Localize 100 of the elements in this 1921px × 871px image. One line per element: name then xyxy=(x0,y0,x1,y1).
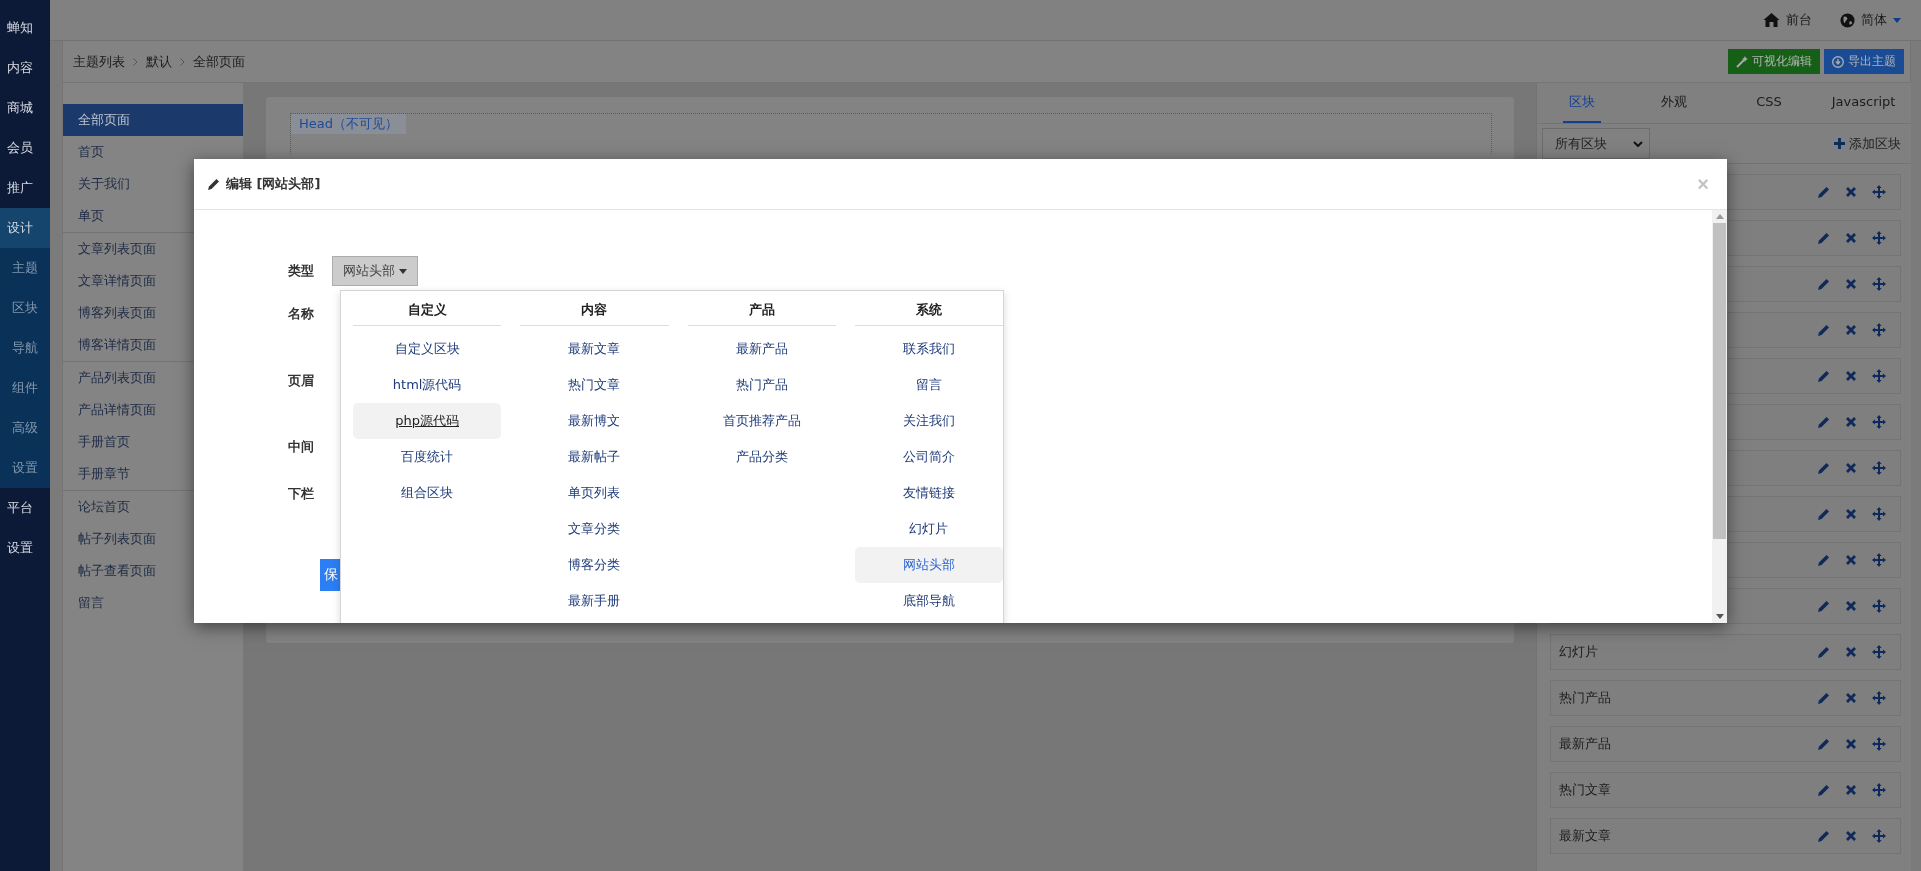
pencil-icon[interactable] xyxy=(1818,600,1830,612)
menu-item[interactable]: 最新文章 xyxy=(520,331,669,367)
menu-item[interactable]: 单页列表 xyxy=(520,475,669,511)
menu-item[interactable]: 博客分类 xyxy=(520,547,669,583)
move-icon[interactable] xyxy=(1872,553,1886,567)
menu-item[interactable]: 网站头部 xyxy=(854,547,1003,583)
breadcrumb-link[interactable]: 主题列表 xyxy=(73,52,125,71)
menu-item[interactable]: 产品分类 xyxy=(687,439,836,475)
close-icon[interactable] xyxy=(1846,739,1856,749)
close-icon[interactable] xyxy=(1846,371,1856,381)
menu-item[interactable]: 百度统计 xyxy=(353,439,502,475)
move-icon[interactable] xyxy=(1872,783,1886,797)
move-icon[interactable] xyxy=(1872,461,1886,475)
menu-item[interactable]: html源代码 xyxy=(353,367,502,403)
nav-item[interactable]: 推广 xyxy=(0,168,50,208)
close-icon[interactable] xyxy=(1846,647,1856,657)
export-button[interactable]: 导出主题 xyxy=(1824,49,1904,74)
move-icon[interactable] xyxy=(1872,277,1886,291)
close-icon[interactable] xyxy=(1846,555,1856,565)
nav-item[interactable]: 平台 xyxy=(0,488,50,528)
breadcrumb-link[interactable]: 全部页面 xyxy=(193,52,245,71)
nav-item[interactable]: 商城 xyxy=(0,88,50,128)
move-icon[interactable] xyxy=(1872,829,1886,843)
close-icon[interactable] xyxy=(1846,831,1856,841)
close-icon[interactable] xyxy=(1846,279,1856,289)
menu-item[interactable]: 留言 xyxy=(854,367,1003,403)
nav-item[interactable]: 会员 xyxy=(0,128,50,168)
nav-item[interactable]: 内容 xyxy=(0,48,50,88)
move-icon[interactable] xyxy=(1872,323,1886,337)
nav-item[interactable]: 设置 xyxy=(0,528,50,568)
add-block-link[interactable]: 添加区块 xyxy=(1834,134,1901,153)
menu-item[interactable]: 最新产品 xyxy=(687,331,836,367)
pencil-icon[interactable] xyxy=(1818,830,1830,842)
nav-item[interactable]: 主题 xyxy=(0,248,50,288)
visual-edit-button[interactable]: 可视化编辑 xyxy=(1728,49,1820,74)
menu-item[interactable]: 幻灯片 xyxy=(854,511,1003,547)
menu-item[interactable]: php源代码 xyxy=(353,403,502,439)
pencil-icon[interactable] xyxy=(1818,278,1830,290)
menu-item[interactable]: 文章分类 xyxy=(520,511,669,547)
nav-item[interactable]: 高级 xyxy=(0,408,50,448)
close-icon[interactable] xyxy=(1846,463,1856,473)
pencil-icon[interactable] xyxy=(1818,370,1830,382)
pencil-icon[interactable] xyxy=(1818,692,1830,704)
page-item[interactable]: 首页 xyxy=(63,136,243,168)
move-icon[interactable] xyxy=(1872,645,1886,659)
pencil-icon[interactable] xyxy=(1818,324,1830,336)
move-icon[interactable] xyxy=(1872,231,1886,245)
close-icon[interactable] xyxy=(1846,509,1856,519)
panel-tab[interactable]: Javascript xyxy=(1816,83,1911,123)
menu-item[interactable]: 首页推荐产品 xyxy=(687,403,836,439)
page-item[interactable]: 全部页面 xyxy=(63,104,243,136)
nav-item[interactable]: 导航 xyxy=(0,328,50,368)
menu-item[interactable]: 最新手册 xyxy=(520,583,669,619)
move-icon[interactable] xyxy=(1872,507,1886,521)
close-icon[interactable] xyxy=(1846,693,1856,703)
pencil-icon[interactable] xyxy=(1818,784,1830,796)
pencil-icon[interactable] xyxy=(1818,508,1830,520)
move-icon[interactable] xyxy=(1872,599,1886,613)
menu-item[interactable]: 联系我们 xyxy=(854,331,1003,367)
move-icon[interactable] xyxy=(1872,691,1886,705)
move-icon[interactable] xyxy=(1872,185,1886,199)
close-icon[interactable] xyxy=(1846,601,1856,611)
menu-item[interactable]: 最新博文 xyxy=(520,403,669,439)
pencil-icon[interactable] xyxy=(1818,232,1830,244)
pencil-icon[interactable] xyxy=(1818,186,1830,198)
frontend-link[interactable]: 前台 xyxy=(1763,11,1812,29)
menu-item[interactable]: 关注我们 xyxy=(854,403,1003,439)
close-icon[interactable] xyxy=(1846,417,1856,427)
menu-item[interactable]: 组合区块 xyxy=(353,475,502,511)
close-icon[interactable] xyxy=(1846,785,1856,795)
nav-item[interactable]: 设置 xyxy=(0,448,50,488)
language-dropdown[interactable]: 简体 xyxy=(1840,11,1901,29)
scrollbar[interactable] xyxy=(1712,210,1727,623)
nav-item[interactable]: 蝉知 xyxy=(0,8,50,48)
breadcrumb-link[interactable]: 默认 xyxy=(146,52,172,71)
menu-item[interactable]: 友情链接 xyxy=(854,475,1003,511)
block-filter-select[interactable]: 所有区块 xyxy=(1542,128,1650,159)
nav-item[interactable]: 设计 xyxy=(0,208,50,248)
pencil-icon[interactable] xyxy=(1818,416,1830,428)
close-icon[interactable] xyxy=(1846,187,1856,197)
pencil-icon[interactable] xyxy=(1818,462,1830,474)
pencil-icon[interactable] xyxy=(1818,554,1830,566)
menu-item[interactable]: 热门产品 xyxy=(687,367,836,403)
nav-item[interactable]: 组件 xyxy=(0,368,50,408)
menu-item[interactable]: 公司简介 xyxy=(854,439,1003,475)
nav-item[interactable]: 区块 xyxy=(0,288,50,328)
panel-tab[interactable]: 外观 xyxy=(1626,83,1722,123)
pencil-icon[interactable] xyxy=(1818,646,1830,658)
move-icon[interactable] xyxy=(1872,415,1886,429)
menu-item[interactable]: 热门文章 xyxy=(520,367,669,403)
move-icon[interactable] xyxy=(1872,369,1886,383)
type-dropdown-button[interactable]: 网站头部 xyxy=(332,256,418,286)
panel-tab[interactable]: CSS xyxy=(1721,83,1817,123)
close-icon[interactable] xyxy=(1846,325,1856,335)
menu-item[interactable]: 自定义区块 xyxy=(353,331,502,367)
move-icon[interactable] xyxy=(1872,737,1886,751)
close-icon[interactable] xyxy=(1846,233,1856,243)
pencil-icon[interactable] xyxy=(1818,738,1830,750)
menu-item[interactable]: 最新帖子 xyxy=(520,439,669,475)
menu-item[interactable]: 底部导航 xyxy=(854,583,1003,619)
